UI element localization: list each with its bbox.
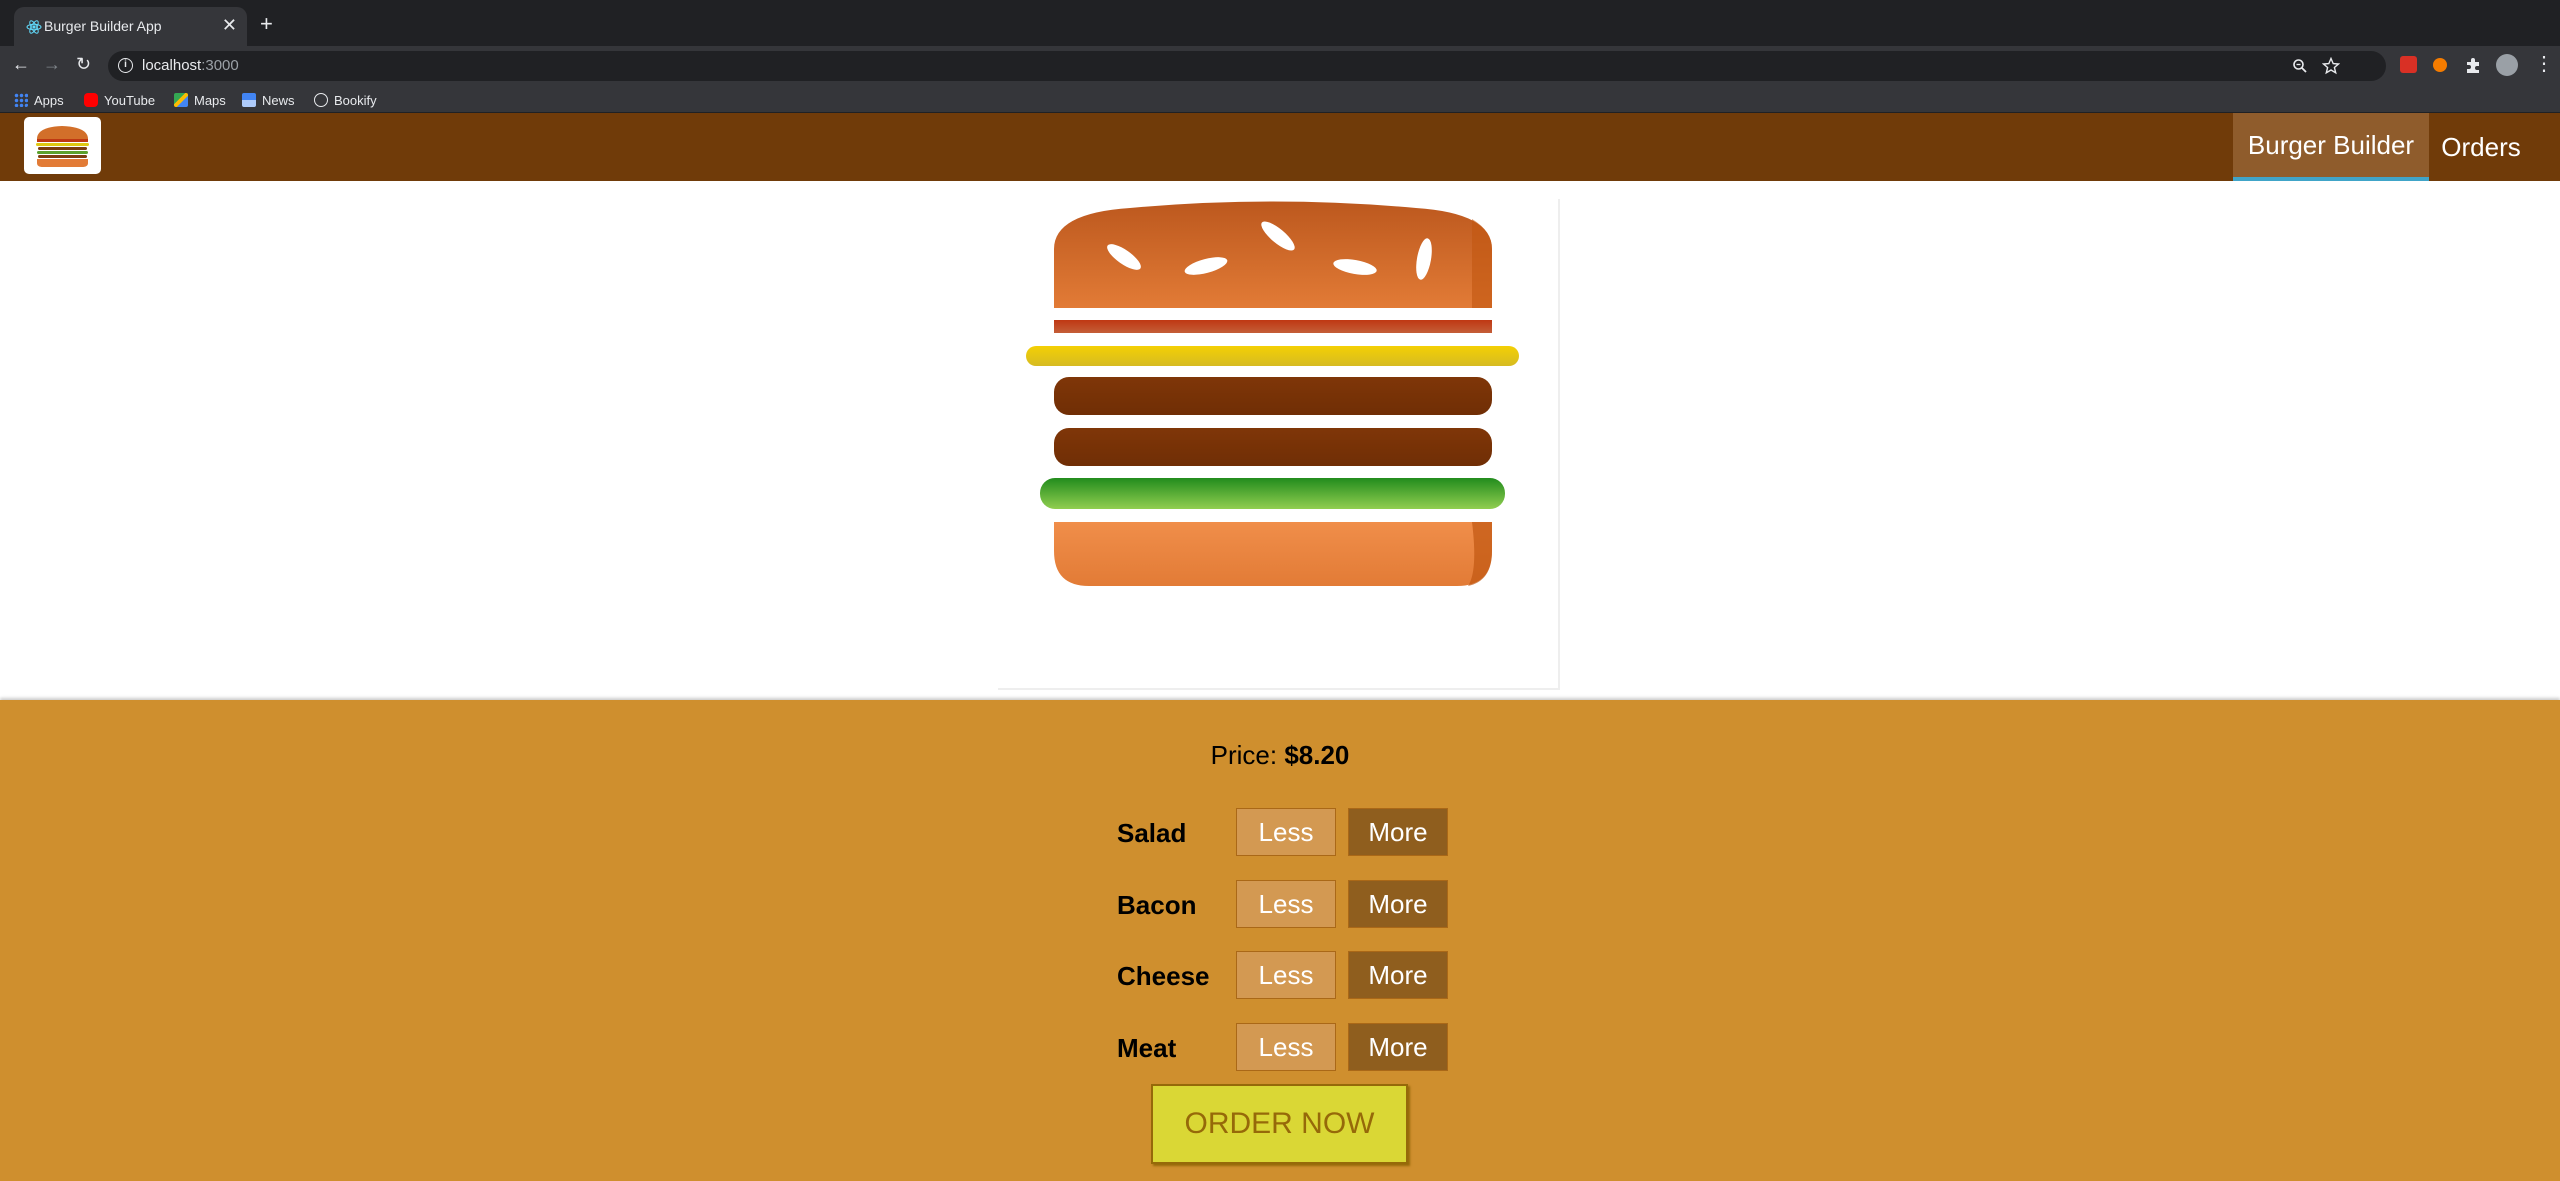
control-label: Bacon xyxy=(1117,890,1197,920)
browser-toolbar: ← → ↻ i localhost:3000 ⋮ xyxy=(0,46,2560,86)
build-control-cheese: Cheese Less More xyxy=(1117,951,1457,999)
bookmark-bookify[interactable]: Bookify xyxy=(314,90,377,110)
app-toolbar: Burger Builder Orders xyxy=(0,113,2560,181)
meat-layer xyxy=(1054,377,1492,415)
bread-bottom xyxy=(1054,522,1492,586)
meat-layer xyxy=(1054,428,1492,466)
url-text: localhost:3000 xyxy=(142,57,239,74)
extensions-puzzle-icon[interactable] xyxy=(2464,56,2482,74)
bookmark-maps[interactable]: Maps xyxy=(174,90,226,110)
less-meat-button[interactable]: Less xyxy=(1236,1023,1336,1071)
control-label: Cheese xyxy=(1117,961,1210,991)
burger-logo[interactable] xyxy=(24,117,101,174)
tab-title: Burger Builder App xyxy=(44,18,162,34)
extension-orange-icon[interactable] xyxy=(2433,58,2447,72)
reload-button[interactable]: ↻ xyxy=(76,54,91,74)
extension-red-icon[interactable] xyxy=(2400,56,2417,73)
react-favicon-icon xyxy=(26,20,42,34)
build-controls: Price: $8.20 Salad Less More Bacon Less … xyxy=(0,700,2560,1181)
salad-layer xyxy=(1040,478,1505,509)
burger-preview-area xyxy=(0,181,2560,700)
site-info-icon[interactable]: i xyxy=(118,58,133,73)
forward-button[interactable]: → xyxy=(43,54,61,74)
less-cheese-button[interactable]: Less xyxy=(1236,951,1336,999)
burger-illustration xyxy=(1026,201,1519,586)
browser-tab-strip: Burger Builder App ✕ + xyxy=(0,0,2560,46)
more-meat-button[interactable]: More xyxy=(1348,1023,1448,1071)
bread-top xyxy=(1054,201,1492,308)
current-price: Price: $8.20 xyxy=(1210,740,1350,770)
globe-icon xyxy=(314,93,328,107)
new-tab-button[interactable]: + xyxy=(260,13,273,35)
control-label: Meat xyxy=(1117,1033,1177,1063)
nav-orders[interactable]: Orders xyxy=(2430,113,2532,181)
build-control-salad: Salad Less More xyxy=(1117,808,1457,856)
bookmarks-bar: Apps YouTube Maps News Bookify xyxy=(0,86,2560,113)
less-bacon-button[interactable]: Less xyxy=(1236,880,1336,928)
maps-icon xyxy=(174,93,188,107)
price-value: $8.20 xyxy=(1284,740,1350,770)
back-button[interactable]: ← xyxy=(12,54,30,74)
browser-tab[interactable]: Burger Builder App ✕ xyxy=(14,7,247,46)
chrome-menu-icon[interactable]: ⋮ xyxy=(2534,54,2554,74)
more-salad-button[interactable]: More xyxy=(1348,808,1448,856)
bookmark-star-icon[interactable] xyxy=(2322,57,2340,75)
apps-grid-icon xyxy=(14,93,28,107)
bacon-layer xyxy=(1054,320,1492,333)
burger-logo-icon xyxy=(36,126,89,167)
bookmark-youtube[interactable]: YouTube xyxy=(84,90,155,110)
profile-avatar-icon[interactable] xyxy=(2496,54,2518,76)
control-label: Salad xyxy=(1117,818,1187,848)
youtube-icon xyxy=(84,93,98,107)
more-bacon-button[interactable]: More xyxy=(1348,880,1448,928)
build-control-meat: Meat Less More xyxy=(1117,1023,1457,1071)
bookmark-news[interactable]: News xyxy=(242,90,295,110)
nav-burger-builder[interactable]: Burger Builder xyxy=(2233,113,2429,181)
less-salad-button[interactable]: Less xyxy=(1236,808,1336,856)
build-control-bacon: Bacon Less More xyxy=(1117,880,1457,928)
zoom-icon[interactable] xyxy=(2292,58,2308,74)
more-cheese-button[interactable]: More xyxy=(1348,951,1448,999)
cheese-layer xyxy=(1026,346,1519,366)
news-icon xyxy=(242,93,256,107)
tab-close-icon[interactable]: ✕ xyxy=(222,16,237,34)
address-bar[interactable]: i localhost:3000 xyxy=(108,51,2386,81)
order-now-button[interactable]: ORDER NOW xyxy=(1151,1084,1408,1164)
bookmark-apps[interactable]: Apps xyxy=(14,90,64,110)
